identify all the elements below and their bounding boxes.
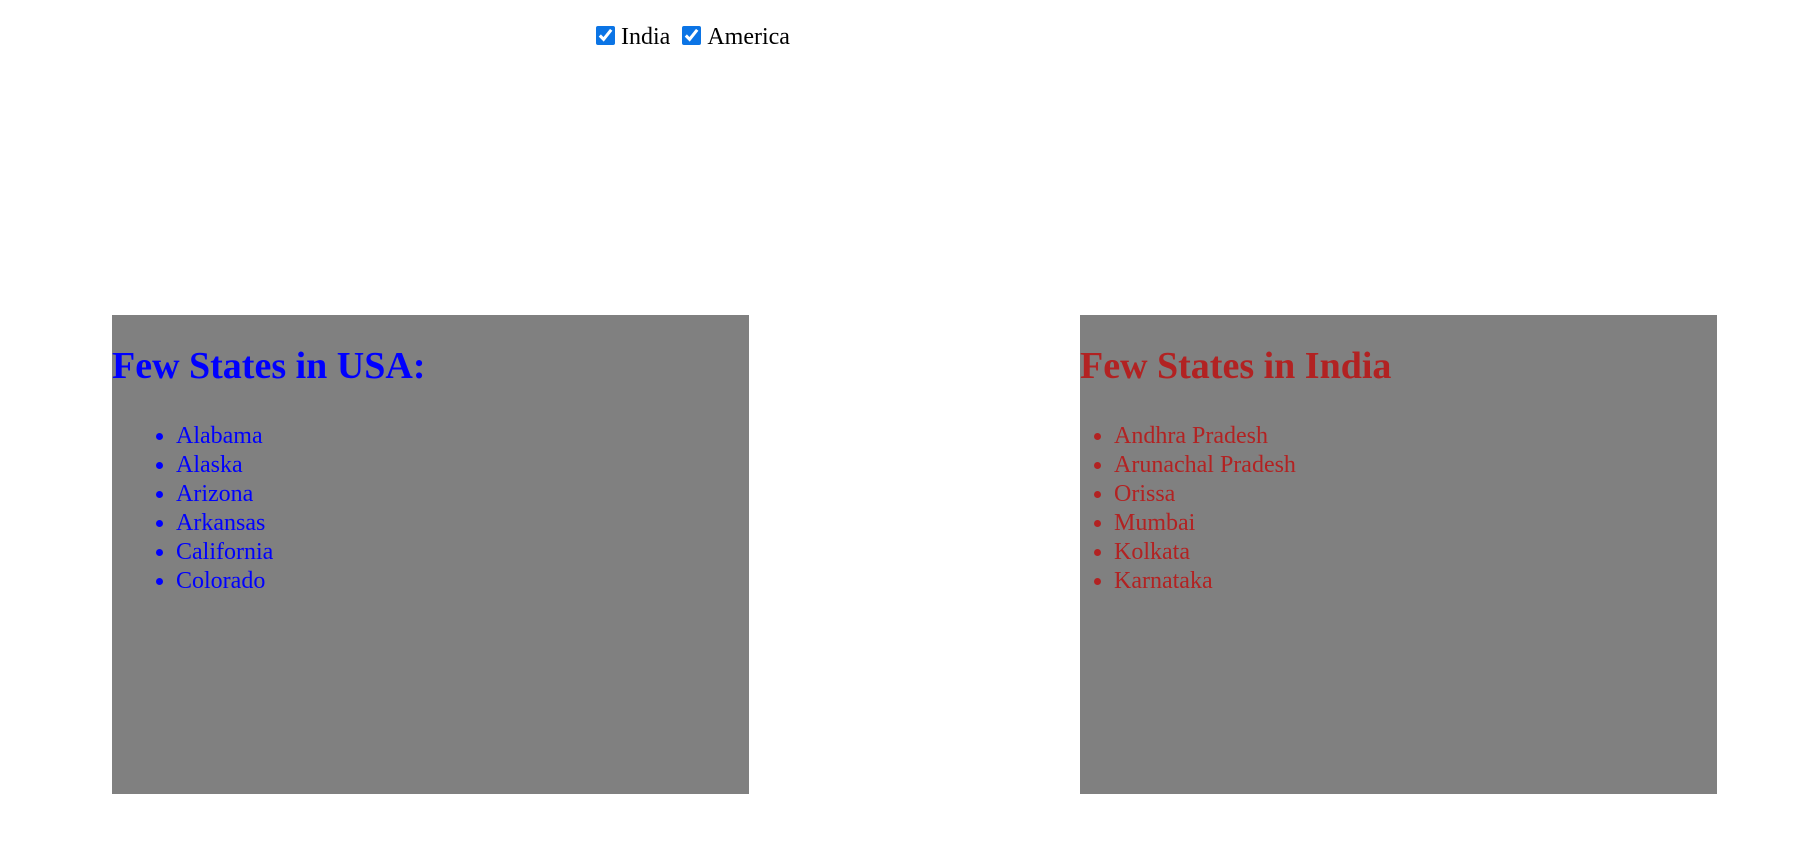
america-filter[interactable]: America	[682, 24, 790, 51]
india-states-list: Andhra Pradesh Arunachal Pradesh Orissa …	[1080, 422, 1717, 596]
america-checkbox[interactable]	[682, 25, 702, 45]
india-checkbox-label: India	[621, 23, 671, 50]
india-states-panel: Few States in India Andhra Pradesh Aruna…	[1080, 315, 1717, 794]
list-item: Alaska	[176, 451, 749, 480]
usa-states-list: Alabama Alaska Arizona Arkansas Californ…	[112, 422, 749, 596]
list-item: Arkansas	[176, 509, 749, 538]
list-item: Orissa	[1114, 480, 1717, 509]
india-checkbox[interactable]	[596, 25, 615, 45]
list-item: Andhra Pradesh	[1114, 422, 1717, 451]
list-item: Arunachal Pradesh	[1114, 451, 1717, 480]
list-item: Mumbai	[1114, 509, 1717, 538]
list-item: Colorado	[176, 567, 749, 596]
india-panel-title: Few States in India	[1080, 345, 1392, 387]
list-item: Kolkata	[1114, 538, 1717, 567]
list-item: Alabama	[176, 422, 749, 451]
list-item: California	[176, 538, 749, 567]
list-item: Arizona	[176, 480, 749, 509]
usa-states-panel: Few States in USA: Alabama Alaska Arizon…	[112, 315, 749, 794]
list-item: Karnataka	[1114, 567, 1717, 596]
country-filter-bar: India America	[596, 20, 802, 54]
usa-panel-title: Few States in USA:	[112, 345, 426, 387]
india-filter[interactable]: India	[596, 24, 670, 51]
america-checkbox-label: America	[707, 23, 790, 50]
